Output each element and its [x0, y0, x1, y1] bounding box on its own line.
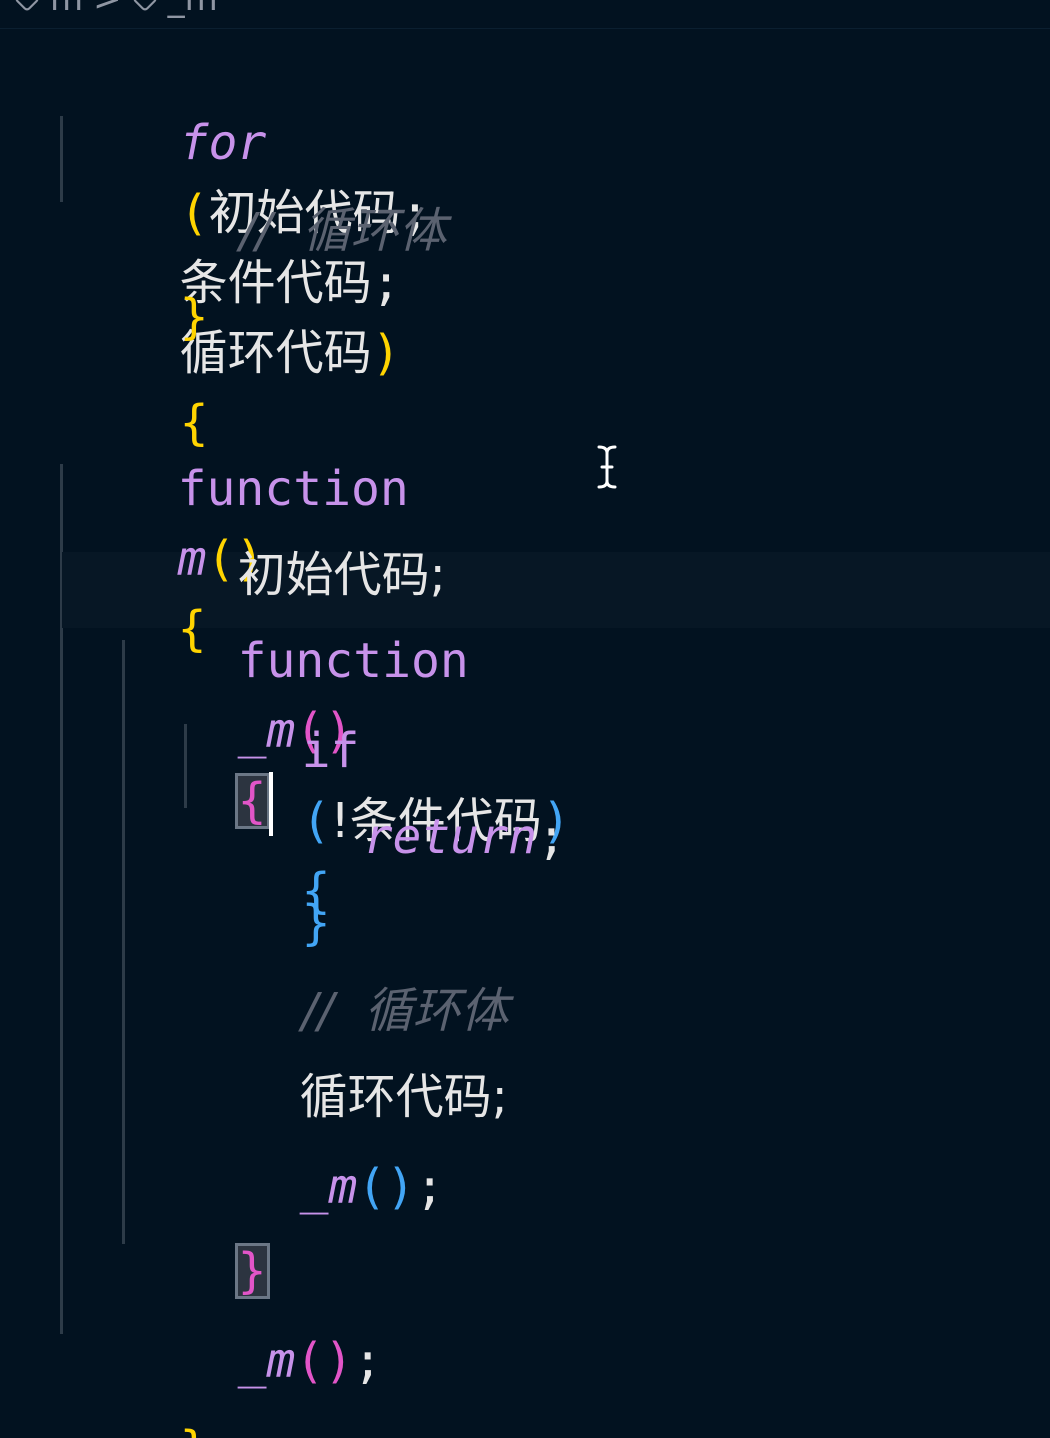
- code-line-inner-close[interactable]: }: [122, 1166, 270, 1300]
- indent-guide: [60, 116, 63, 202]
- semicolon: ;: [536, 809, 566, 865]
- semicolon: ;: [415, 1159, 445, 1215]
- code-line-comment-2[interactable]: // 循环体: [186, 906, 509, 1039]
- code-line-step[interactable]: 循环代码;: [184, 992, 508, 1125]
- close-paren: ): [386, 1159, 416, 1215]
- code-editor[interactable]: m > _m for (初始代码; 条件代码; 循环代码) { // 循环体 }…: [0, 0, 1050, 1438]
- close-brace: }: [179, 289, 209, 345]
- code-line-close[interactable]: }: [64, 212, 209, 345]
- breadcrumb-item-m[interactable]: m: [50, 0, 83, 19]
- code-line-if-close[interactable]: }: [186, 818, 331, 951]
- breadcrumb-item-_m[interactable]: _m: [168, 0, 218, 19]
- code-line-function-inner[interactable]: function _m() {: [122, 556, 469, 836]
- semicolon: ;: [353, 1333, 383, 1389]
- open-paren: (: [295, 1333, 325, 1389]
- code-line-function-m[interactable]: function m() {: [62, 384, 409, 657]
- comment: // 循环体: [239, 203, 447, 259]
- code-line-init[interactable]: 初始代码;: [122, 470, 446, 603]
- breadcrumb-divider: [0, 28, 1050, 29]
- breadcrumb: m > _m: [13, 0, 218, 20]
- code-line-comment[interactable]: // 循环体: [124, 126, 447, 259]
- close-paren: ): [371, 325, 401, 381]
- code-line-for[interactable]: for (初始代码; 条件代码; 循环代码) {: [64, 38, 430, 451]
- close-brace: }: [180, 1421, 209, 1438]
- call-name: _m: [237, 1333, 296, 1389]
- code-line-outer-call[interactable]: _m();: [122, 1256, 383, 1389]
- ibeam-cursor-icon: [597, 445, 617, 489]
- open-paren: (: [357, 1159, 387, 1215]
- call-name: _m: [299, 1159, 358, 1215]
- close-paren: ): [324, 1333, 354, 1389]
- code-line-function-close[interactable]: }: [64, 1344, 209, 1438]
- code-line-inner-call[interactable]: _m();: [184, 1082, 445, 1215]
- cube-icon: [131, 0, 158, 13]
- code-line-if[interactable]: if (!条件代码) {: [186, 646, 571, 919]
- return-keyword: return: [363, 809, 537, 865]
- code-line-return[interactable]: return;: [248, 732, 566, 865]
- breadcrumb-separator: >: [93, 0, 122, 19]
- cube-icon: [13, 0, 41, 13]
